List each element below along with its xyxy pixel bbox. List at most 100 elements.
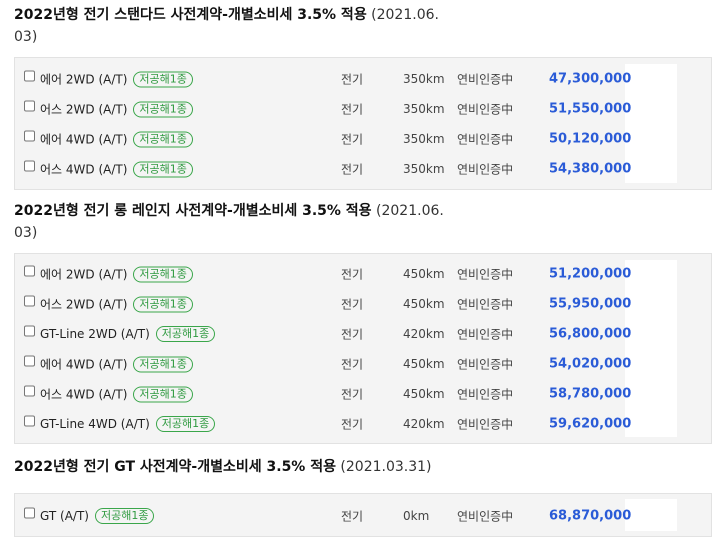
trim-name[interactable]: 어스 2WD (A/T) (40, 101, 127, 118)
driving-range: 350km (403, 162, 445, 176)
trim-row: 어스 2WD (A/T) 저공해1종 전기 450km 연비인증中 55,950,… (15, 289, 711, 319)
group-date: (2021.03.31) (340, 459, 432, 475)
fuel-efficiency: 연비인증中 (457, 162, 514, 177)
driving-range: 350km (403, 132, 445, 146)
trim-checkbox[interactable] (24, 265, 35, 277)
trim-price: 47,300,000 (549, 71, 632, 87)
trim-checkbox[interactable] (24, 100, 35, 112)
group-title-standard: 2022년형 전기 스탠다드 사전계약-개별소비세 3.5% 적용 (2021.… (14, 4, 484, 48)
group-title-long-range: 2022년형 전기 롱 레인지 사전계약-개별소비세 3.5% 적용 (2021… (14, 200, 484, 244)
fuel-type: 전기 (341, 72, 364, 87)
trim-row: 어스 4WD (A/T) 저공해1종 전기 350km 연비인증中 54,380,… (15, 154, 711, 184)
trim-price: 54,020,000 (549, 356, 632, 372)
fuel-efficiency: 연비인증中 (457, 357, 514, 372)
trim-name[interactable]: GT-Line 2WD (A/T) (40, 327, 150, 341)
low-emission-badge: 저공해1종 (133, 356, 193, 372)
trim-price: 54,380,000 (549, 161, 632, 177)
trim-checkbox[interactable] (24, 507, 35, 519)
fuel-type: 전기 (341, 387, 364, 402)
trim-name[interactable]: GT (A/T) (40, 509, 89, 523)
group-date-cont: 03) (14, 225, 38, 241)
trim-price: 50,120,000 (549, 131, 632, 147)
driving-range: 450km (403, 387, 445, 401)
fuel-efficiency: 연비인증中 (457, 387, 514, 402)
trim-checkbox[interactable] (24, 160, 35, 172)
group-date-cont: 03) (14, 29, 38, 45)
fuel-type: 전기 (341, 509, 364, 524)
trim-name[interactable]: GT-Line 4WD (A/T) (40, 417, 150, 431)
trim-row: 에어 2WD (A/T) 저공해1종 전기 450km 연비인증中 51,200,… (15, 259, 711, 289)
trim-list-long-range: 에어 2WD (A/T) 저공해1종 전기 450km 연비인증中 51,200,… (14, 253, 712, 444)
fuel-type: 전기 (341, 327, 364, 342)
fuel-type: 전기 (341, 297, 364, 312)
fuel-type: 전기 (341, 357, 364, 372)
driving-range: 420km (403, 417, 445, 431)
trim-row: 에어 2WD (A/T) 저공해1종 전기 350km 연비인증中 47,300,… (15, 64, 711, 94)
group-title-text: 2022년형 전기 GT 사전계약-개별소비세 3.5% 적용 (14, 459, 336, 475)
low-emission-badge: 저공해1종 (94, 508, 155, 524)
driving-range: 350km (403, 102, 445, 116)
trim-name[interactable]: 에어 4WD (A/T) (40, 131, 127, 148)
fuel-efficiency: 연비인증中 (457, 327, 514, 342)
group-title-text: 2022년형 전기 롱 레인지 사전계약-개별소비세 3.5% 적용 (14, 203, 372, 219)
driving-range: 420km (403, 327, 445, 341)
driving-range: 350km (403, 72, 445, 86)
trim-price: 56,800,000 (549, 326, 632, 342)
fuel-type: 전기 (341, 132, 364, 147)
trim-checkbox[interactable] (24, 415, 35, 427)
fuel-efficiency: 연비인증中 (457, 102, 514, 117)
fuel-type: 전기 (341, 267, 364, 282)
group-date: (2021.06. (376, 203, 444, 219)
trim-name[interactable]: 어스 2WD (A/T) (40, 296, 127, 313)
low-emission-badge: 저공해1종 (133, 101, 193, 117)
trim-price: 51,550,000 (549, 101, 632, 117)
low-emission-badge: 저공해1종 (133, 131, 193, 147)
fuel-efficiency: 연비인증中 (457, 509, 514, 524)
low-emission-badge: 저공해1종 (155, 416, 216, 432)
driving-range: 450km (403, 267, 445, 281)
low-emission-badge: 저공해1종 (155, 326, 216, 342)
trim-price: 55,950,000 (549, 296, 632, 312)
trim-name[interactable]: 에어 2WD (A/T) (40, 266, 127, 283)
trim-checkbox[interactable] (24, 130, 35, 142)
trim-row: 어스 4WD (A/T) 저공해1종 전기 450km 연비인증中 58,780,… (15, 379, 711, 409)
trim-name[interactable]: 에어 2WD (A/T) (40, 71, 127, 88)
trim-price: 68,870,000 (549, 508, 632, 524)
trim-row: 에어 4WD (A/T) 저공해1종 전기 350km 연비인증中 50,120,… (15, 124, 711, 154)
trim-row: GT-Line 4WD (A/T) 저공해1종 전기 420km 연비인증中 59… (15, 409, 711, 439)
trim-list-gt: GT (A/T) 저공해1종 전기 0km 연비인증中 68,870,000 (14, 493, 712, 537)
trim-row: GT (A/T) 저공해1종 전기 0km 연비인증中 68,870,000 (15, 501, 711, 531)
trim-price: 59,620,000 (549, 416, 632, 432)
trim-name[interactable]: 어스 4WD (A/T) (40, 386, 127, 403)
low-emission-badge: 저공해1종 (133, 161, 193, 177)
group-title-text: 2022년형 전기 스탠다드 사전계약-개별소비세 3.5% 적용 (14, 7, 367, 23)
driving-range: 450km (403, 297, 445, 311)
fuel-type: 전기 (341, 162, 364, 177)
trim-checkbox[interactable] (24, 325, 35, 337)
trim-row: GT-Line 2WD (A/T) 저공해1종 전기 420km 연비인증中 56… (15, 319, 711, 349)
low-emission-badge: 저공해1종 (133, 71, 193, 87)
trim-checkbox[interactable] (24, 295, 35, 307)
fuel-efficiency: 연비인증中 (457, 417, 514, 432)
trim-price: 51,200,000 (549, 266, 632, 282)
trim-row: 어스 2WD (A/T) 저공해1종 전기 350km 연비인증中 51,550,… (15, 94, 711, 124)
low-emission-badge: 저공해1종 (133, 386, 193, 402)
trim-name[interactable]: 어스 4WD (A/T) (40, 161, 127, 178)
fuel-efficiency: 연비인증中 (457, 132, 514, 147)
fuel-efficiency: 연비인증中 (457, 267, 514, 282)
trim-price: 58,780,000 (549, 386, 632, 402)
driving-range: 0km (403, 509, 430, 523)
trim-name[interactable]: 에어 4WD (A/T) (40, 356, 127, 373)
low-emission-badge: 저공해1종 (133, 266, 193, 282)
driving-range: 450km (403, 357, 445, 371)
fuel-type: 전기 (341, 102, 364, 117)
low-emission-badge: 저공해1종 (133, 296, 193, 312)
trim-list-standard: 에어 2WD (A/T) 저공해1종 전기 350km 연비인증中 47,300,… (14, 57, 712, 190)
trim-checkbox[interactable] (24, 355, 35, 367)
trim-checkbox[interactable] (24, 70, 35, 82)
fuel-type: 전기 (341, 417, 364, 432)
trim-row: 에어 4WD (A/T) 저공해1종 전기 450km 연비인증中 54,020,… (15, 349, 711, 379)
fuel-efficiency: 연비인증中 (457, 297, 514, 312)
trim-checkbox[interactable] (24, 385, 35, 397)
fuel-efficiency: 연비인증中 (457, 72, 514, 87)
